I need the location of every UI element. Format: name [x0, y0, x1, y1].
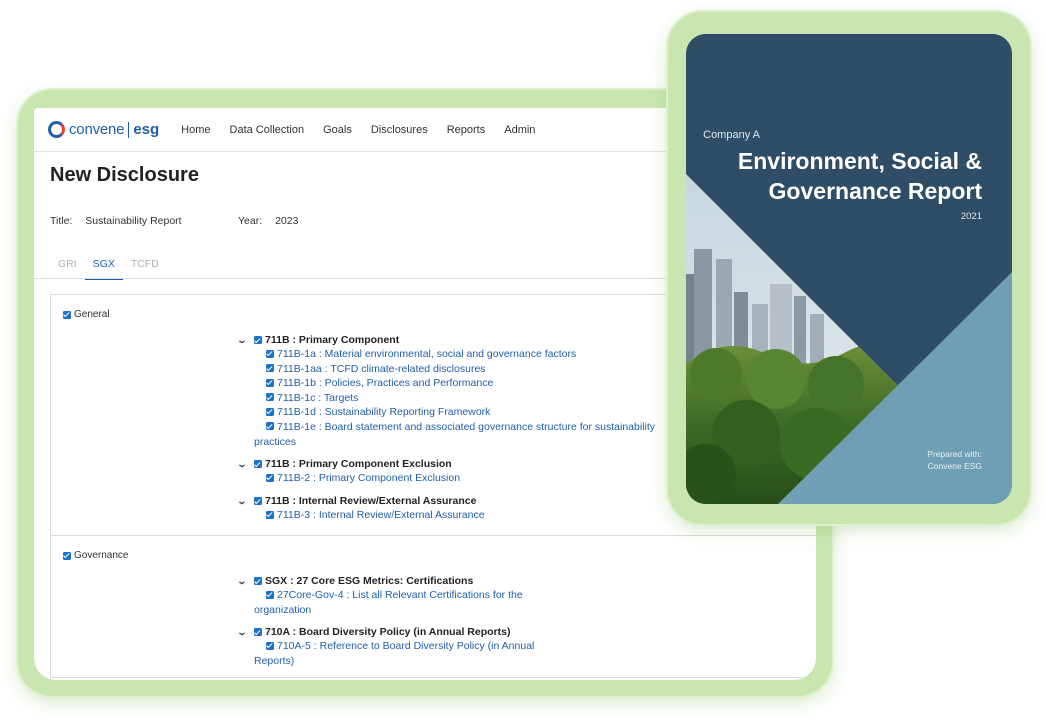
checkbox-checked-icon[interactable] — [266, 473, 274, 482]
title-label: Title: — [50, 215, 73, 227]
item-label: 711B-2 : Primary Component Exclusion — [277, 472, 461, 484]
cover-title-line-2: Governance Report — [768, 178, 982, 204]
cover-title: Environment, Social & Governance Report — [702, 146, 982, 206]
group-title: SGX : 27 Core ESG Metrics: Certification… — [265, 575, 474, 587]
checkbox-checked-icon[interactable] — [266, 378, 274, 387]
checkbox-checked-icon[interactable] — [254, 336, 262, 344]
checkbox-checked-icon[interactable] — [266, 422, 274, 431]
group-title: 711B : Internal Review/External Assuranc… — [265, 495, 477, 507]
cover-company: Company A — [703, 129, 760, 141]
logo[interactable]: convene esg — [48, 121, 159, 138]
title-value: Sustainability Report — [85, 215, 182, 227]
framework-tabs: GRI SGX TCFD — [50, 252, 167, 280]
year-label: Year: — [238, 215, 263, 227]
checkbox-checked-icon[interactable] — [254, 460, 262, 468]
group-title: 710A : Board Diversity Policy (in Annual… — [265, 626, 511, 638]
group-header[interactable]: ⌄ SGX : 27 Core ESG Metrics: Certificati… — [237, 574, 539, 588]
title-field: Title: Sustainability Report — [50, 215, 182, 227]
checkbox-checked-icon[interactable] — [266, 349, 274, 358]
group-710a-board-diversity: ⌄ 710A : Board Diversity Policy (in Annu… — [237, 625, 539, 668]
year-field: Year: 2023 — [238, 215, 298, 227]
list-item[interactable]: 711B-1aa : TCFD climate-related disclosu… — [239, 362, 669, 377]
group-header[interactable]: ⌄ 711B : Primary Component Exclusion — [237, 457, 669, 471]
year-value: 2023 — [275, 215, 299, 227]
chevron-down-icon[interactable]: ⌄ — [237, 576, 254, 587]
nav-reports[interactable]: Reports — [447, 124, 486, 136]
checkbox-checked-icon[interactable] — [254, 628, 262, 636]
section-divider — [51, 677, 816, 678]
group-header[interactable]: ⌄ 711B : Primary Component — [237, 333, 669, 347]
section-label: Governance — [74, 550, 129, 561]
list-item[interactable]: 711B-1b : Policies, Practices and Perfor… — [239, 376, 669, 391]
item-label: 711B-1d : Sustainability Reporting Frame… — [277, 406, 491, 419]
list-item[interactable]: 711B-1e : Board statement and associated… — [239, 420, 669, 449]
section-label: General — [74, 309, 110, 320]
group-sgx-certifications: ⌄ SGX : 27 Core ESG Metrics: Certificati… — [237, 574, 539, 617]
section-divider — [51, 535, 816, 536]
checkbox-checked-icon[interactable] — [63, 551, 71, 560]
logo-brand: convene — [69, 121, 125, 138]
chevron-down-icon[interactable]: ⌄ — [237, 627, 254, 638]
group-title: 711B : Primary Component — [265, 334, 400, 346]
item-label: 710A-5 : Reference to Board Diversity Po… — [254, 640, 535, 667]
checkbox-checked-icon[interactable] — [266, 510, 274, 519]
checkbox-checked-icon[interactable] — [254, 577, 262, 585]
page-title: New Disclosure — [50, 164, 199, 186]
section-governance[interactable]: Governance — [63, 550, 128, 561]
checkbox-checked-icon[interactable] — [266, 590, 274, 599]
chevron-down-icon[interactable]: ⌄ — [237, 496, 254, 507]
list-item[interactable]: 711B-3 : Internal Review/External Assura… — [239, 508, 669, 523]
checkbox-checked-icon[interactable] — [266, 393, 274, 402]
group-711b-exclusion: ⌄ 711B : Primary Component Exclusion 711… — [237, 457, 669, 486]
list-item[interactable]: 711B-2 : Primary Component Exclusion — [239, 471, 669, 486]
nav-goals[interactable]: Goals — [323, 124, 352, 136]
stage: convene esg Home Data Collection Goals D… — [0, 0, 1046, 720]
chevron-down-icon[interactable]: ⌄ — [237, 459, 254, 470]
list-item[interactable]: 710A-5 : Reference to Board Diversity Po… — [239, 639, 539, 668]
report-cover: Company A Environment, Social & Governan… — [686, 34, 1012, 504]
item-label: 711B-1e : Board statement and associated… — [254, 420, 656, 448]
group-711b-assurance: ⌄ 711B : Internal Review/External Assura… — [237, 494, 669, 523]
item-label: 27Core-Gov-4 : List all Relevant Certifi… — [254, 589, 523, 616]
group-header[interactable]: ⌄ 710A : Board Diversity Policy (in Annu… — [237, 625, 539, 639]
checkbox-checked-icon[interactable] — [266, 407, 274, 416]
prepared-line-2: Convene ESG — [927, 461, 982, 471]
list-item[interactable]: 711B-1a : Material environmental, social… — [239, 347, 669, 362]
item-label: 711B-1b : Policies, Practices and Perfor… — [277, 377, 494, 390]
cover-artwork — [686, 34, 1012, 504]
tab-sgx[interactable]: SGX — [84, 252, 123, 280]
item-label: 711B-1a : Material environmental, social… — [277, 348, 577, 360]
checkbox-checked-icon[interactable] — [254, 497, 262, 505]
nav-disclosures[interactable]: Disclosures — [371, 124, 428, 136]
cover-title-line-1: Environment, Social & — [737, 148, 982, 174]
group-711b-primary-component: ⌄ 711B : Primary Component 711B-1a : Mat… — [237, 333, 669, 449]
checkbox-checked-icon[interactable] — [266, 364, 274, 373]
item-label: 711B-3 : Internal Review/External Assura… — [277, 509, 485, 521]
prepared-line-1: Prepared with: — [927, 449, 982, 459]
group-header[interactable]: ⌄ 711B : Internal Review/External Assura… — [237, 494, 669, 508]
nav-admin[interactable]: Admin — [504, 124, 535, 136]
cover-prepared-with: Prepared with: Convene ESG — [927, 448, 982, 472]
list-item[interactable]: 711B-1d : Sustainability Reporting Frame… — [239, 405, 669, 420]
nav-data-collection[interactable]: Data Collection — [230, 124, 305, 136]
convene-logo-icon — [48, 121, 65, 138]
checkbox-checked-icon[interactable] — [63, 310, 71, 319]
logo-separator — [128, 121, 130, 138]
list-item[interactable]: 711B-1c : Targets — [239, 391, 669, 406]
chevron-down-icon[interactable]: ⌄ — [237, 335, 254, 346]
nav-home[interactable]: Home — [181, 124, 210, 136]
checkbox-checked-icon[interactable] — [266, 641, 274, 650]
item-label: 711B-1c : Targets — [277, 391, 359, 404]
tab-tcfd[interactable]: TCFD — [123, 252, 167, 280]
group-title: 711B : Primary Component Exclusion — [265, 458, 452, 470]
section-general[interactable]: General — [63, 309, 110, 320]
list-item[interactable]: 27Core-Gov-4 : List all Relevant Certifi… — [239, 588, 539, 617]
logo-product: esg — [133, 121, 160, 138]
item-label: 711B-1aa : TCFD climate-related disclosu… — [277, 362, 486, 375]
tab-gri[interactable]: GRI — [50, 252, 85, 280]
cover-year: 2021 — [960, 211, 982, 222]
